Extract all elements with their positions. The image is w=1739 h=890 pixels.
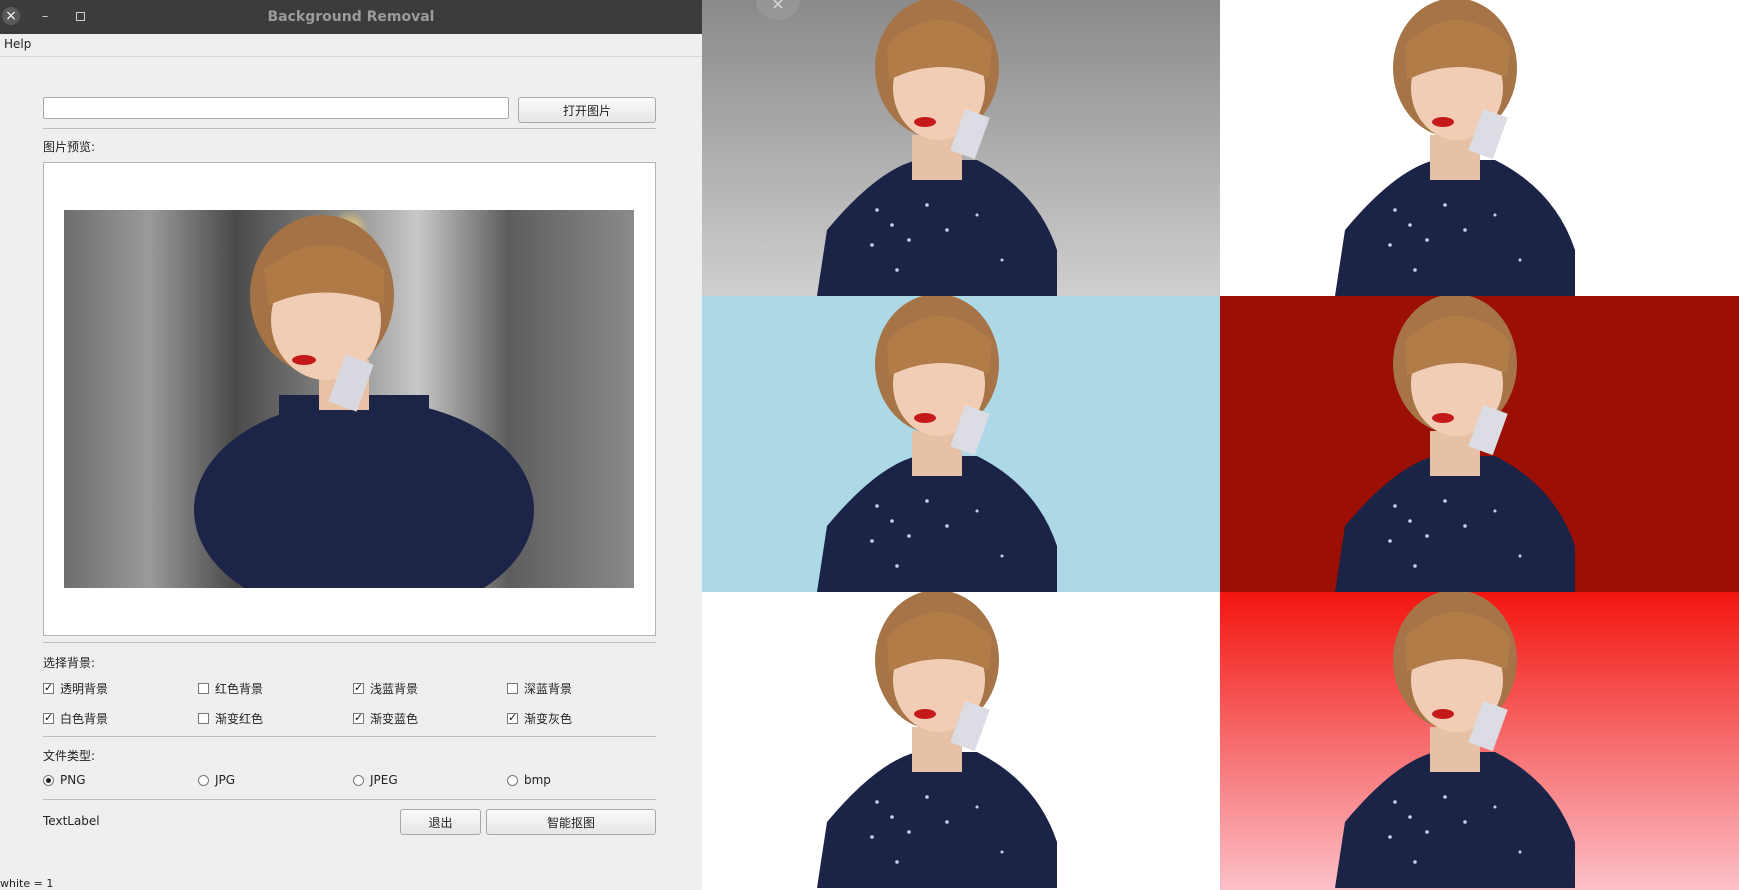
- checkbox-label: 渐变蓝色: [370, 711, 419, 726]
- divider: [43, 128, 656, 129]
- quit-button[interactable]: 退出: [400, 809, 481, 835]
- result-light-blue-cell: [702, 296, 1220, 592]
- checkbox-label: 白色背景: [60, 711, 109, 726]
- divider: [43, 736, 656, 737]
- radio-png[interactable]: PNG: [43, 772, 86, 788]
- result-portrait: [1335, 0, 1575, 296]
- checkbox-box[interactable]: [507, 682, 518, 694]
- file-type-label: 文件类型:: [43, 749, 96, 763]
- text-label: TextLabel: [43, 814, 100, 828]
- result-portrait: [817, 592, 1057, 888]
- checkbox-label: 浅蓝背景: [370, 681, 419, 696]
- checkbox-dark-blue-background[interactable]: 深蓝背景: [507, 680, 572, 696]
- preview-label: 图片预览:: [43, 140, 96, 154]
- checkbox-box[interactable]: [43, 711, 54, 724]
- image-path-input[interactable]: [43, 97, 509, 119]
- checkbox-label: 透明背景: [60, 681, 109, 696]
- checkbox-light-blue-background[interactable]: 浅蓝背景: [353, 680, 418, 696]
- checkbox-label: 渐变红色: [215, 711, 264, 726]
- smart-cutout-button[interactable]: 智能抠图: [486, 809, 656, 835]
- result-gradient-gray-cell: [702, 0, 1220, 296]
- result-white-cell: [1220, 0, 1739, 296]
- checkbox-label: 红色背景: [215, 681, 264, 696]
- checkbox-white-background[interactable]: 白色背景: [43, 710, 108, 726]
- checkbox-label: 渐变灰色: [524, 711, 573, 726]
- background-section-label: 选择背景:: [43, 656, 96, 670]
- status-text: white = 1: [0, 877, 54, 890]
- divider: [43, 642, 656, 643]
- preview-portrait: [194, 215, 534, 588]
- radio-bmp[interactable]: bmp: [507, 772, 551, 788]
- checkbox-box[interactable]: [198, 712, 209, 724]
- radio-jpeg[interactable]: JPEG: [353, 772, 398, 788]
- radio-circle[interactable]: [43, 774, 54, 786]
- menu-help[interactable]: Help: [4, 37, 31, 51]
- divider: [43, 799, 656, 800]
- checkbox-gradient-blue[interactable]: 渐变蓝色: [353, 710, 418, 726]
- window-title: Background Removal: [267, 9, 435, 25]
- radio-label: JPEG: [370, 773, 398, 787]
- radio-circle[interactable]: [353, 774, 364, 786]
- result-portrait: [1335, 296, 1575, 592]
- result-portrait: [1335, 592, 1575, 888]
- checkbox-transparent-background[interactable]: 透明背景: [43, 680, 108, 696]
- menu-bar: Help: [0, 34, 702, 57]
- checkbox-label: 深蓝背景: [524, 681, 573, 696]
- checkbox-box[interactable]: [353, 711, 364, 724]
- radio-circle[interactable]: [507, 774, 518, 786]
- result-portrait: [817, 296, 1057, 592]
- checkbox-gradient-gray[interactable]: 渐变灰色: [507, 710, 572, 726]
- checkbox-red-background[interactable]: 红色背景: [198, 680, 263, 696]
- preview-image: [64, 210, 634, 588]
- radio-label: PNG: [60, 773, 86, 787]
- radio-label: bmp: [524, 773, 551, 787]
- radio-jpg[interactable]: JPG: [198, 772, 235, 788]
- open-image-button[interactable]: 打开图片: [518, 97, 656, 123]
- checkbox-box[interactable]: [43, 681, 54, 694]
- result-white-2-cell: [702, 592, 1220, 890]
- radio-label: JPG: [215, 773, 236, 787]
- checkbox-box[interactable]: [507, 711, 518, 724]
- checkbox-box[interactable]: [198, 682, 209, 694]
- result-portrait: [817, 0, 1057, 296]
- title-bar: × – Background Removal: [0, 0, 702, 34]
- result-gradient-red-cell: [1220, 592, 1739, 890]
- app-window: × – Background Removal Help 打开图片 图片预览: 选…: [0, 0, 703, 890]
- radio-circle[interactable]: [198, 774, 209, 786]
- result-dark-red-cell: [1220, 296, 1739, 592]
- checkbox-gradient-red[interactable]: 渐变红色: [198, 710, 263, 726]
- checkbox-box[interactable]: [353, 681, 364, 694]
